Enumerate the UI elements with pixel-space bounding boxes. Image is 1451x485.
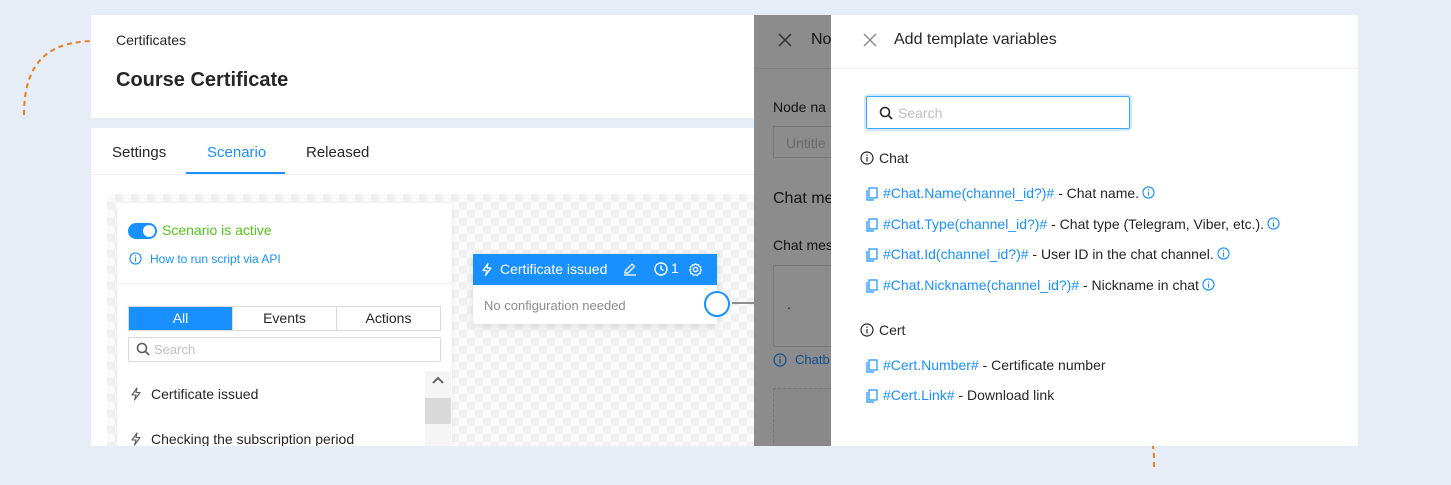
copy-icon[interactable] (866, 248, 878, 262)
variable-token[interactable]: #Cert.Number# (883, 357, 979, 373)
scrollbar[interactable] (425, 371, 451, 446)
tab-released[interactable]: Released (306, 144, 369, 161)
variable-token[interactable]: #Chat.Id(channel_id?)# (883, 246, 1029, 262)
main-card: Settings Scenario Released Scenario is a… (91, 128, 791, 446)
info-icon[interactable] (1202, 278, 1215, 291)
info-icon (860, 151, 874, 165)
chevron-up-icon[interactable] (431, 375, 445, 385)
variable-description: - Download link (954, 387, 1055, 403)
tab-settings[interactable]: Settings (112, 144, 166, 161)
active-tab-indicator (186, 172, 285, 174)
copy-icon[interactable] (866, 187, 878, 201)
copy-icon[interactable] (866, 359, 878, 373)
variable-token[interactable]: #Cert.Link# (883, 387, 955, 403)
toggle-knob (143, 225, 155, 237)
bolt-icon (481, 262, 493, 277)
info-icon (129, 252, 142, 265)
panel-search-input[interactable] (154, 341, 434, 358)
group-name: Cert (879, 322, 906, 338)
panel-divider (117, 283, 452, 284)
variable-token[interactable]: #Chat.Type(channel_id?)# (883, 216, 1047, 232)
drawer-overlay-mask[interactable] (754, 15, 831, 446)
drawer-title: Add template variables (894, 31, 1057, 48)
list-item-label: Certificate issued (151, 386, 259, 402)
copy-icon[interactable] (866, 279, 878, 293)
filter-all-button[interactable]: All (129, 307, 233, 330)
info-icon[interactable] (1267, 217, 1280, 230)
template-variables-drawer: Add template variables Chat #Chat.Name(c… (831, 15, 1358, 446)
drawer-divider (831, 68, 1358, 69)
tabs-divider (91, 174, 791, 175)
scrollbar-thumb[interactable] (425, 398, 451, 424)
info-icon (860, 323, 874, 337)
variables-search-box (866, 96, 1130, 129)
node-description: No configuration needed (484, 298, 626, 313)
info-icon[interactable] (1142, 186, 1155, 199)
variable-token[interactable]: #Chat.Nickname(channel_id?)# (883, 277, 1079, 293)
variables-search-input[interactable] (898, 104, 1123, 121)
header-card: Certificates Course Certificate (91, 15, 791, 118)
copy-icon[interactable] (866, 218, 878, 232)
page-title: Course Certificate (116, 69, 289, 91)
breadcrumb[interactable]: Certificates (116, 32, 186, 48)
node-title: Certificate issued (500, 261, 608, 277)
variable-description: - Chat type (Telegram, Viber, etc.). (1047, 216, 1265, 232)
variable-description: - Nickname in chat (1079, 277, 1199, 293)
variable-description: - User ID in the chat channel. (1028, 246, 1214, 262)
node-header[interactable]: Certificate issued 1 (473, 254, 717, 285)
variable-token[interactable]: #Chat.Name(channel_id?)# (883, 185, 1054, 201)
list-item-label: Checking the subscription period (151, 431, 355, 446)
history-icon[interactable] (653, 261, 669, 277)
bolt-icon (130, 432, 142, 446)
filter-group: All Events Actions (128, 306, 441, 331)
node-output-port[interactable] (704, 291, 730, 317)
variable-description: - Certificate number (978, 357, 1106, 373)
filter-events-button[interactable]: Events (233, 307, 337, 330)
panel-search-box (128, 337, 441, 362)
group-name: Chat (879, 150, 909, 166)
variable-description: - Chat name. (1054, 185, 1140, 201)
api-help-link[interactable]: How to run script via API (150, 252, 281, 266)
close-icon[interactable] (862, 32, 878, 48)
filter-actions-button[interactable]: Actions (337, 307, 440, 330)
search-icon (136, 342, 150, 356)
scenario-node[interactable]: Certificate issued 1 No configuration ne… (473, 254, 717, 324)
edit-icon[interactable] (623, 262, 637, 276)
node-settings-drawer: No Node na Untitle Chat me Chat mes . Ch… (754, 15, 831, 446)
scenario-status-label: Scenario is active (162, 222, 272, 238)
search-icon (879, 106, 893, 120)
info-icon[interactable] (1217, 247, 1230, 260)
copy-icon[interactable] (866, 389, 878, 403)
node-execution-count: 1 (671, 260, 679, 276)
bolt-icon (130, 387, 142, 401)
gear-icon[interactable] (688, 262, 703, 277)
tab-scenario[interactable]: Scenario (207, 144, 266, 161)
node-library-panel: Scenario is active How to run script via… (117, 203, 452, 446)
scenario-active-toggle[interactable] (128, 223, 157, 239)
